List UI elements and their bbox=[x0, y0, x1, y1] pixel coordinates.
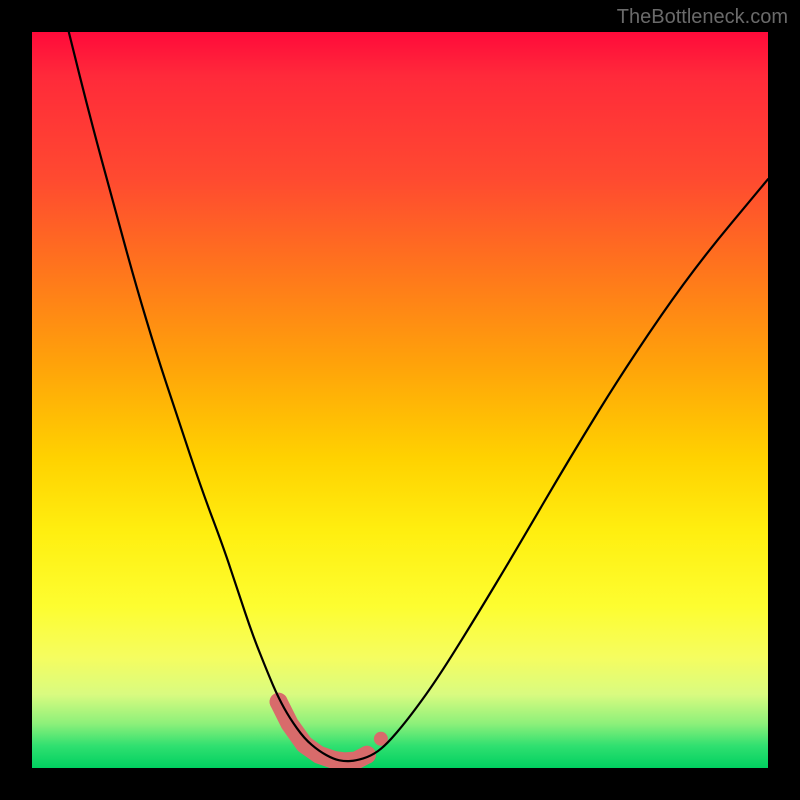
plot-area bbox=[32, 32, 768, 768]
chart-svg bbox=[32, 32, 768, 768]
minimum-band bbox=[270, 693, 388, 764]
chart-frame: TheBottleneck.com bbox=[0, 0, 800, 800]
watermark-text: TheBottleneck.com bbox=[617, 6, 788, 29]
main-curve bbox=[69, 32, 768, 761]
